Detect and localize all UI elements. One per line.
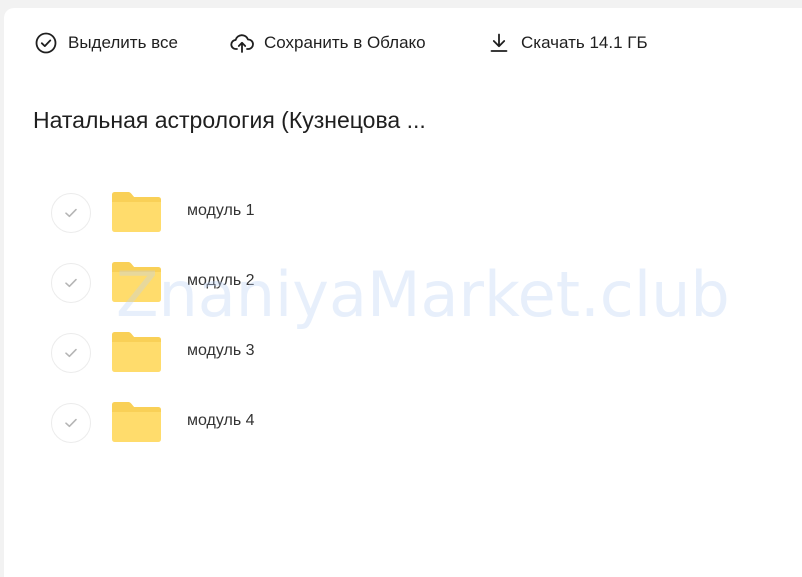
list-item[interactable]: модуль 2 (4, 260, 802, 306)
toolbar: Выделить все Сохранить в Облако Скачать … (4, 8, 802, 78)
folder-icon (112, 192, 161, 232)
item-name: модуль 4 (187, 412, 255, 429)
checkmark-icon (65, 208, 77, 218)
checkmark-icon (65, 348, 77, 358)
select-checkbox[interactable] (51, 333, 91, 373)
select-all-label: Выделить все (68, 33, 178, 52)
select-all-button[interactable]: Выделить все (34, 30, 178, 56)
list-item[interactable]: модуль 3 (4, 330, 802, 376)
download-icon (487, 31, 511, 55)
checkmark-icon (65, 278, 77, 288)
select-checkbox[interactable] (51, 193, 91, 233)
folder-icon (112, 332, 161, 372)
page-title: Натальная астрология (Кузнецова ... (33, 107, 426, 133)
check-circle-icon (34, 31, 58, 55)
folder-icon (112, 262, 161, 302)
item-name: модуль 2 (187, 272, 255, 289)
list-item[interactable]: модуль 4 (4, 400, 802, 446)
save-to-cloud-button[interactable]: Сохранить в Облако (230, 30, 426, 56)
item-name: модуль 1 (187, 202, 255, 219)
list-item[interactable]: модуль 1 (4, 190, 802, 236)
checkmark-icon (65, 418, 77, 428)
select-checkbox[interactable] (51, 263, 91, 303)
item-name: модуль 3 (187, 342, 255, 359)
download-button[interactable]: Скачать 14.1 ГБ (487, 30, 648, 56)
download-label: Скачать 14.1 ГБ (521, 33, 648, 52)
select-checkbox[interactable] (51, 403, 91, 443)
cloud-upload-icon (230, 31, 254, 55)
page: Выделить все Сохранить в Облако Скачать … (4, 8, 802, 577)
folder-icon (112, 402, 161, 442)
save-to-cloud-label: Сохранить в Облако (264, 33, 426, 52)
